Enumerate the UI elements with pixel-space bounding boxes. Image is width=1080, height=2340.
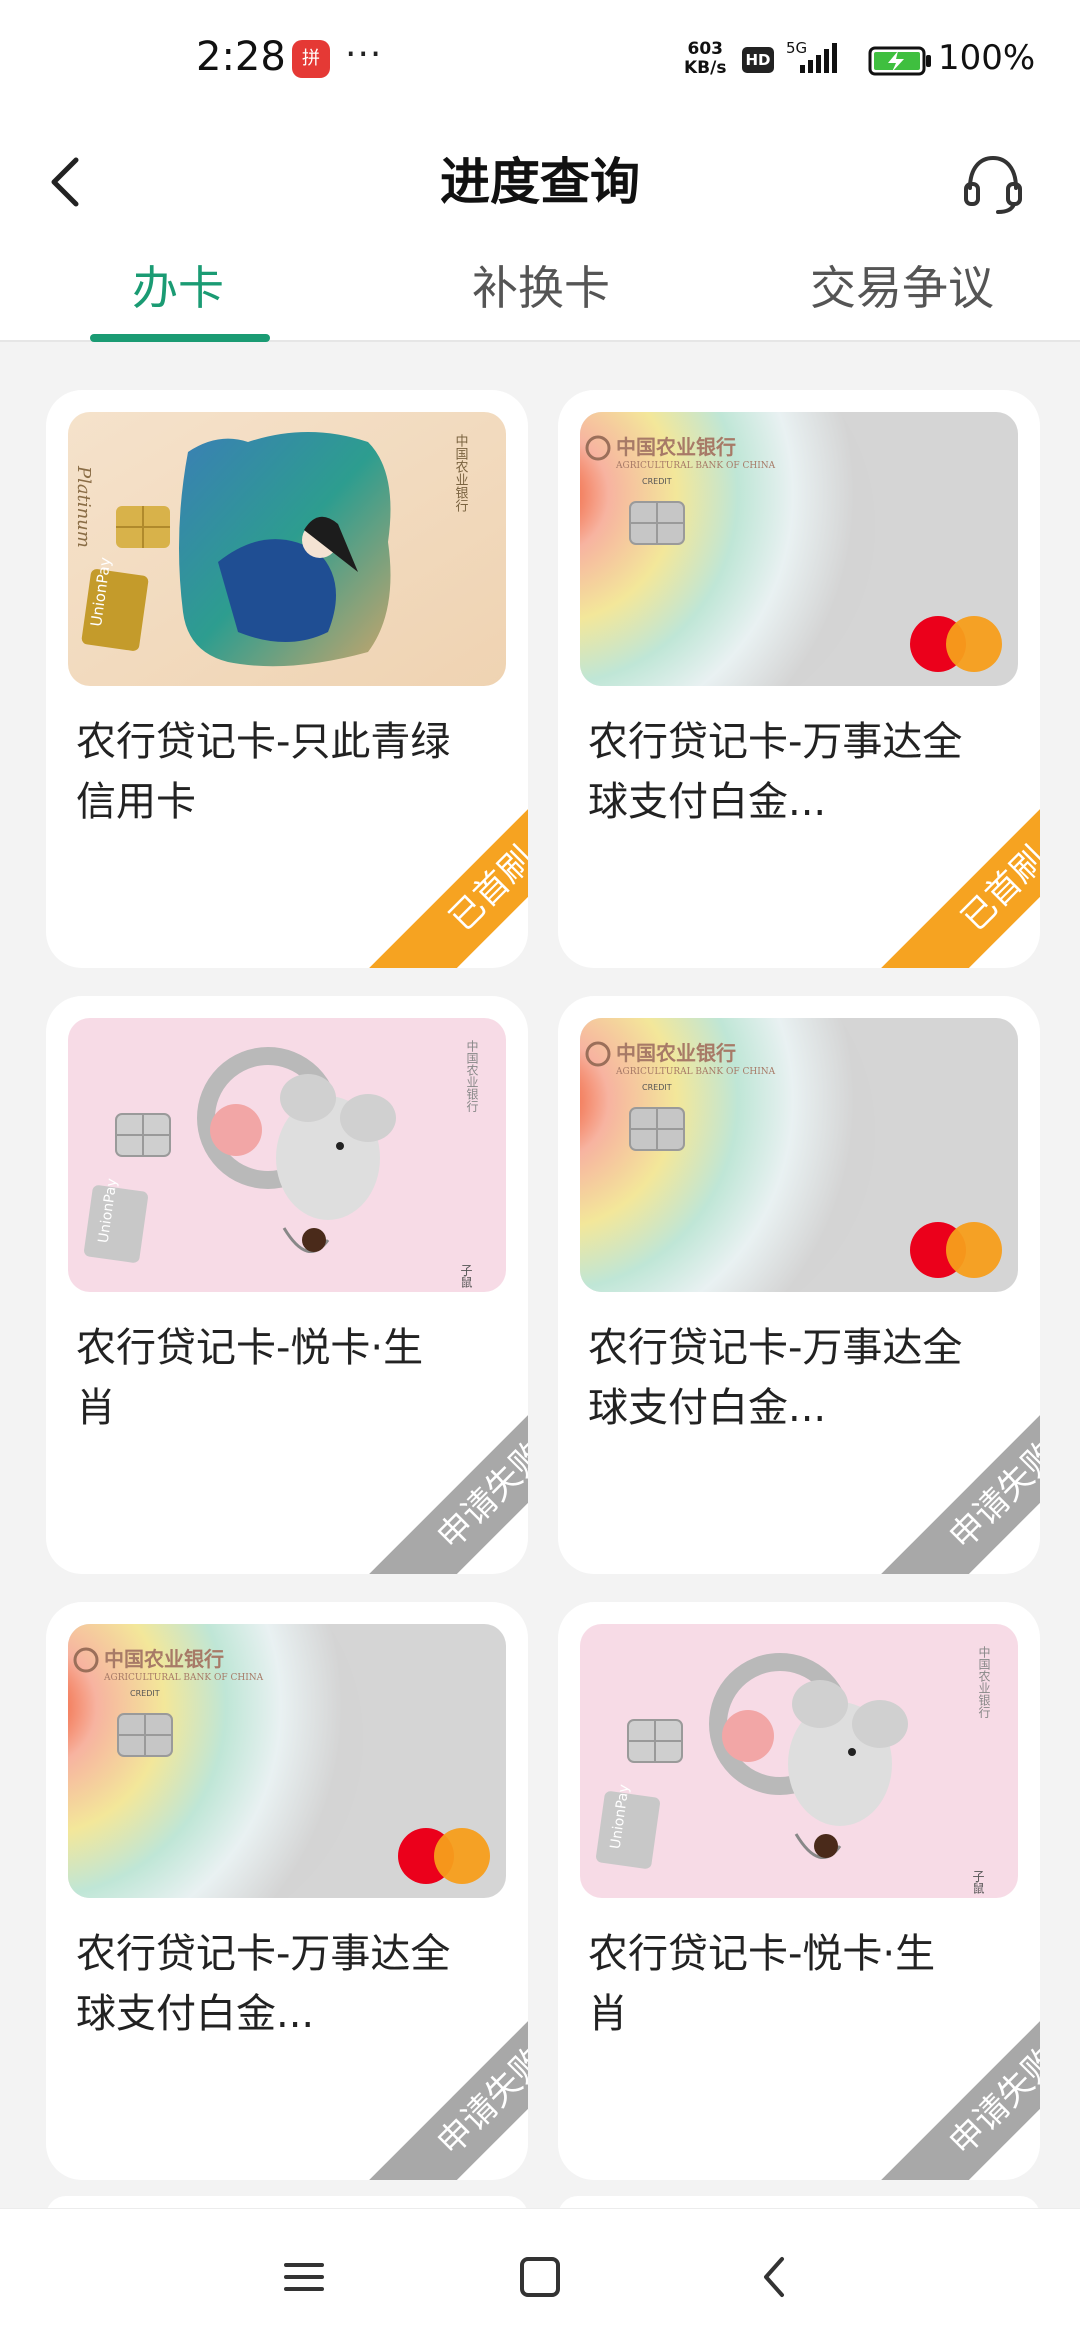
status-ribbon: 已首刷 — [850, 778, 1040, 968]
svg-text:中国农业银行: 中国农业银行 — [977, 1645, 991, 1718]
status-badge: 已首刷 — [356, 778, 528, 968]
svg-text:5G: 5G — [786, 39, 807, 57]
svg-text:CREDIT: CREDIT — [642, 1083, 672, 1092]
mastercard-card-art: 中国农业银行 AGRICULTURAL BANK OF CHINA CREDIT — [68, 1624, 506, 1898]
card-image: UnionPay 中国农业银行 子鼠 — [580, 1624, 1018, 1898]
status-badge: 已首刷 — [868, 778, 1040, 968]
svg-text:子鼠: 子鼠 — [459, 1264, 473, 1288]
svg-text:AGRICULTURAL BANK OF CHINA: AGRICULTURAL BANK OF CHINA — [615, 461, 776, 471]
card-item[interactable]: UnionPay 中国农业银行 子鼠 农行贷记卡-悦卡·生肖 申请失败 — [46, 996, 528, 1574]
status-ribbon: 申请失败 — [850, 1384, 1040, 1574]
home-square-icon[interactable] — [512, 2249, 568, 2305]
status-bar: 2:28 拼 ··· 603 KB/s HD 5G 100% — [0, 0, 1080, 120]
hd-icon: HD — [742, 47, 774, 73]
card-item[interactable]: 中国农业银行 AGRICULTURAL BANK OF CHINA CREDIT… — [558, 996, 1040, 1574]
card-item[interactable]: 中国农业银行 AGRICULTURAL BANK OF CHINA CREDIT… — [46, 1602, 528, 2180]
signal-icon: 5G — [786, 39, 837, 73]
page-header: 进度查询 — [0, 120, 1080, 230]
tab-bar: 办卡 补换卡 交易争议 — [0, 230, 1080, 342]
system-nav-bar — [0, 2208, 1080, 2340]
more-notifications-icon: ··· — [345, 34, 383, 75]
svg-text:AGRICULTURAL BANK OF CHINA: AGRICULTURAL BANK OF CHINA — [615, 1067, 776, 1077]
mastercard-card-art: 中国农业银行 AGRICULTURAL BANK OF CHINA CREDIT — [580, 412, 1018, 686]
svg-text:CREDIT: CREDIT — [130, 1689, 160, 1698]
status-badge: 申请失败 — [868, 1990, 1040, 2180]
battery-charging-icon — [868, 46, 931, 76]
card-image: UnionPay 中国农业银行 子鼠 — [68, 1018, 506, 1292]
battery-percent: 100% — [938, 38, 1036, 78]
card-item[interactable]: UnionPay Platinum 中国农业银行 农行贷记卡-只此青绿信用卡 已… — [46, 390, 528, 968]
tab-replace-card[interactable]: 补换卡 — [472, 252, 610, 318]
card-item[interactable]: UnionPay 中国农业银行 子鼠 农行贷记卡-悦卡·生肖 申请失败 — [558, 1602, 1040, 2180]
svg-text:中国农业银行: 中国农业银行 — [104, 1647, 224, 1671]
page-title: 进度查询 — [440, 153, 640, 211]
network-speed: 603 KB/s — [684, 39, 727, 78]
status-ribbon: 已首刷 — [338, 778, 528, 968]
card-image: 中国农业银行 AGRICULTURAL BANK OF CHINA CREDIT — [580, 1018, 1018, 1292]
status-badge: 申请失败 — [868, 1384, 1040, 1574]
headset-icon[interactable] — [960, 150, 1026, 216]
svg-text:中国农业银行: 中国农业银行 — [453, 434, 469, 513]
qinglv-card-art: UnionPay Platinum 中国农业银行 — [68, 412, 506, 686]
svg-text:中国农业银行: 中国农业银行 — [465, 1039, 479, 1112]
active-tab-indicator — [90, 334, 270, 342]
card-image: UnionPay Platinum 中国农业银行 — [68, 412, 506, 686]
status-badge: 申请失败 — [356, 1384, 528, 1574]
card-item[interactable]: 中国农业银行 AGRICULTURAL BANK OF CHINA CREDIT… — [558, 390, 1040, 968]
status-ribbon: 申请失败 — [850, 1990, 1040, 2180]
rat-zodiac-card-art: UnionPay 中国农业银行 子鼠 — [68, 1018, 506, 1292]
card-image: 中国农业银行 AGRICULTURAL BANK OF CHINA CREDIT — [580, 412, 1018, 686]
svg-text:Platinum: Platinum — [73, 465, 94, 548]
tab-transaction-dispute[interactable]: 交易争议 — [810, 252, 994, 318]
pinduoduo-app-icon: 拼 — [292, 40, 330, 78]
svg-text:中国农业银行: 中国农业银行 — [616, 1041, 736, 1065]
mastercard-card-art: 中国农业银行 AGRICULTURAL BANK OF CHINA CREDIT — [580, 1018, 1018, 1292]
rat-zodiac-card-art: UnionPay 中国农业银行 子鼠 — [580, 1624, 1018, 1898]
status-time: 2:28 — [196, 34, 286, 80]
menu-icon[interactable] — [276, 2249, 332, 2305]
svg-text:中国农业银行: 中国农业银行 — [616, 435, 736, 459]
tab-apply-card[interactable]: 办卡 — [132, 252, 224, 318]
status-ribbon: 申请失败 — [338, 1384, 528, 1574]
card-image: 中国农业银行 AGRICULTURAL BANK OF CHINA CREDIT — [68, 1624, 506, 1898]
status-ribbon: 申请失败 — [338, 1990, 528, 2180]
status-badge: 申请失败 — [356, 1990, 528, 2180]
svg-text:AGRICULTURAL BANK OF CHINA: AGRICULTURAL BANK OF CHINA — [103, 1673, 264, 1683]
svg-text:CREDIT: CREDIT — [642, 477, 672, 486]
svg-text:子鼠: 子鼠 — [971, 1870, 985, 1894]
back-triangle-icon[interactable] — [748, 2249, 804, 2305]
